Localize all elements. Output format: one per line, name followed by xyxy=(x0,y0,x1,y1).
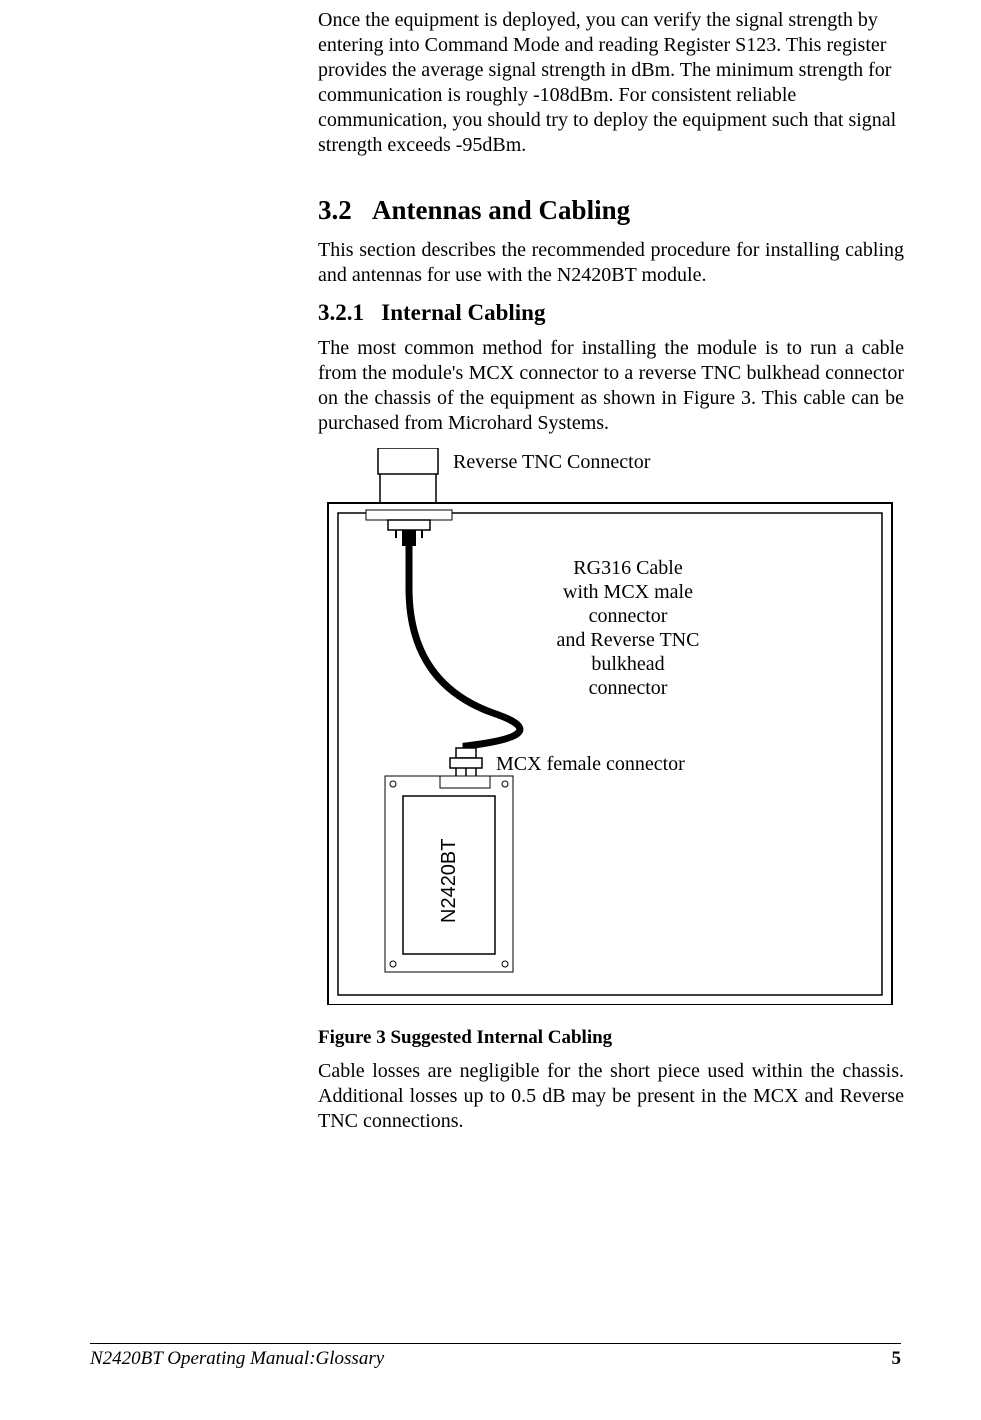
figure-label-cable-l6: connector xyxy=(589,677,668,699)
figure-label-cable-l2: with MCX male xyxy=(563,581,693,603)
section-number: 3.2 xyxy=(318,195,352,225)
figure-label-cable-l4: and Reverse TNC xyxy=(557,629,700,651)
section-paragraph: This section describes the recommended p… xyxy=(318,238,904,288)
intro-paragraph: Once the equipment is deployed, you can … xyxy=(318,8,904,158)
figure-module-label: N2420BT xyxy=(438,839,460,924)
footer-rule xyxy=(90,1343,901,1344)
figure-label-cable-l5: bulkhead xyxy=(591,653,664,675)
subsection-title: Internal Cabling xyxy=(381,300,545,325)
figure-label-cable-l1: RG316 Cable xyxy=(573,557,683,579)
subsection-heading: 3.2.1 Internal Cabling xyxy=(318,300,904,326)
footer-title: N2420BT Operating Manual:Glossary xyxy=(90,1348,384,1370)
figure-label-mcx: MCX female connector xyxy=(496,753,685,775)
section-title: Antennas and Cabling xyxy=(372,195,630,225)
figure-caption: Figure 3 Suggested Internal Cabling xyxy=(318,1027,904,1049)
footer-page-number: 5 xyxy=(892,1348,902,1370)
figure: Reverse TNC Connector xyxy=(318,448,904,1005)
page-footer: N2420BT Operating Manual:Glossary 5 xyxy=(90,1343,901,1370)
section-heading: 3.2 Antennas and Cabling xyxy=(318,195,904,226)
subsection-paragraph: The most common method for installing th… xyxy=(318,336,904,436)
figure-label-cable-l3: connector xyxy=(589,605,668,627)
figure-label-tnc: Reverse TNC Connector xyxy=(453,451,651,473)
closing-paragraph: Cable losses are negligible for the shor… xyxy=(318,1059,904,1134)
subsection-number: 3.2.1 xyxy=(318,300,364,325)
